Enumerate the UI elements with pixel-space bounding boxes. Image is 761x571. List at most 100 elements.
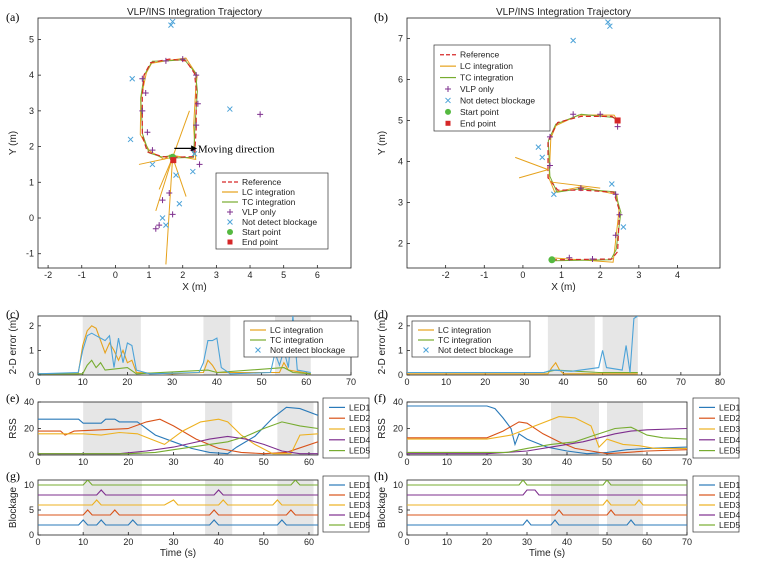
panel-label-h: (h) <box>374 469 388 483</box>
chart-d: (d)0 10 20 30 40 50 60 70 800122-D error (m) LC i… <box>374 307 725 387</box>
y-tick-label: 20 <box>24 424 34 434</box>
not-detect-point <box>608 181 615 187</box>
chart-h: (h) 0 10 20 30 40 50 60 70 0 5 10 Time (s) Blockage LE… <box>374 469 741 559</box>
panel-label-g: (g) <box>6 469 20 483</box>
legend-entry: LC integration <box>460 61 513 71</box>
legend-entry: Start point <box>242 227 281 237</box>
y-axis-label: 2-D error (m) <box>8 317 19 375</box>
x-tick-label: 30 <box>168 457 178 467</box>
x-tick-label: 6 <box>315 270 320 280</box>
not-detect-point <box>550 191 557 198</box>
legend-marker <box>445 108 451 115</box>
vlp-point <box>144 129 151 136</box>
x-tick-label: 50 <box>602 537 612 547</box>
x-tick-label: 2 <box>180 270 185 280</box>
plot-area <box>38 480 318 526</box>
x-tick-label: 3 <box>636 270 641 280</box>
x-tick-label: 4 <box>248 270 253 280</box>
legend-entry: LED2 <box>349 413 371 423</box>
x-tick-label: 30 <box>168 537 178 547</box>
end-point <box>170 157 177 164</box>
tc-trajectory <box>140 59 198 159</box>
y-tick-label: 0 <box>29 530 34 540</box>
x-tick-label: 50 <box>259 457 269 467</box>
y-axis-label: Blockage <box>8 486 19 528</box>
x-tick-label: 30 <box>522 457 532 467</box>
legend-entry: VLP only <box>242 207 277 217</box>
x-tick-label: 20 <box>482 537 492 547</box>
vlp-point <box>196 161 203 168</box>
vlp-point <box>142 90 149 96</box>
legend-entry: LED1 <box>719 402 741 412</box>
y-axis-label: Y (m) <box>8 131 19 155</box>
x-tick-label: 40 <box>212 377 222 387</box>
not-detect-point <box>539 154 546 161</box>
y-tick-label: 5 <box>398 505 403 515</box>
x-tick-label: 60 <box>642 537 652 547</box>
legend-entry: LED4 <box>719 510 741 520</box>
shaded-region <box>607 480 643 535</box>
legend-entry: LED5 <box>719 520 741 530</box>
x-tick-label: 20 <box>123 457 133 467</box>
x-tick-label: 70 <box>676 377 686 387</box>
y-tick-label: 6 <box>398 74 403 84</box>
legend-entry: LED1 <box>349 480 371 490</box>
chart-g: (g) 0 10 20 30 40 50 60 0 5 10 Time (s) Blockage LED1… <box>6 469 371 559</box>
series-line-led4 <box>407 427 687 455</box>
x-axis-label: Time (s) <box>529 548 565 559</box>
lc-outlier <box>518 169 549 179</box>
legend-entry: LC integration <box>438 325 491 335</box>
x-tick-label: 1 <box>147 270 152 280</box>
legend-e: LED1LED2LED3LED4LED5 <box>322 397 371 459</box>
not-detect-point <box>159 215 166 221</box>
legend-entry: LED5 <box>349 520 371 530</box>
x-tick-label: 0 <box>113 270 118 280</box>
x-tick-label: 20 <box>480 377 490 387</box>
x-tick-label: 10 <box>442 537 452 547</box>
x-tick-label: 4 <box>675 270 680 280</box>
chart-c: (c)0 10 20 30 40 50 60 700122-D error (m) LC int… <box>6 307 359 387</box>
y-tick-label: 3 <box>29 106 34 116</box>
series-line-led5 <box>407 480 687 486</box>
legend-entry: LED2 <box>349 490 371 500</box>
y-axis-label: Y (m) <box>377 131 388 155</box>
x-tick-label: 50 <box>257 377 267 387</box>
vlp-point <box>152 225 159 232</box>
x-tick-label: 0 <box>404 377 409 387</box>
lc-trajectory <box>548 114 620 263</box>
panel-label-a: (a) <box>6 10 19 24</box>
legend-entry: TC integration <box>438 335 492 345</box>
legend-h: LED1LED2LED3LED4LED5 <box>692 475 741 533</box>
x-tick-label: 30 <box>519 377 529 387</box>
legend-entry: End point <box>460 118 497 128</box>
panel-label-f: (f) <box>374 391 386 405</box>
legend-entry: LED1 <box>719 480 741 490</box>
legend-marker <box>227 229 233 235</box>
y-tick-label: 1 <box>29 177 34 187</box>
y-axis-label: Blockage <box>377 486 388 528</box>
y-tick-label: 5 <box>29 34 34 44</box>
series-line-led2 <box>38 509 318 516</box>
y-tick-label: -1 <box>26 249 34 259</box>
legend-entry: Not detect blockage <box>270 345 345 355</box>
x-tick-label: 0 <box>404 537 409 547</box>
legend-b: ReferenceLC integration TC integrationVLP… <box>433 44 551 132</box>
legend-entry: LED2 <box>719 490 741 500</box>
panel-label-b: (b) <box>374 10 388 24</box>
lc-outlier <box>172 110 190 158</box>
legend-entry: Reference <box>242 177 281 187</box>
legend-entry: LED2 <box>719 413 741 423</box>
y-tick-label: 20 <box>393 424 403 434</box>
series-line-led4 <box>407 489 687 496</box>
shaded-region <box>607 402 643 455</box>
y-tick-label: 3 <box>398 197 403 207</box>
y-tick-label: 7 <box>398 33 403 43</box>
x-tick-label: 10 <box>78 457 88 467</box>
legend-entry: LED4 <box>719 435 741 445</box>
shaded-region <box>83 480 142 535</box>
end-point <box>614 117 621 124</box>
axes-box <box>37 479 319 536</box>
legend-entry: End point <box>242 237 279 247</box>
legend-entry: TC integration <box>460 73 514 83</box>
x-tick-label: 50 <box>602 457 612 467</box>
